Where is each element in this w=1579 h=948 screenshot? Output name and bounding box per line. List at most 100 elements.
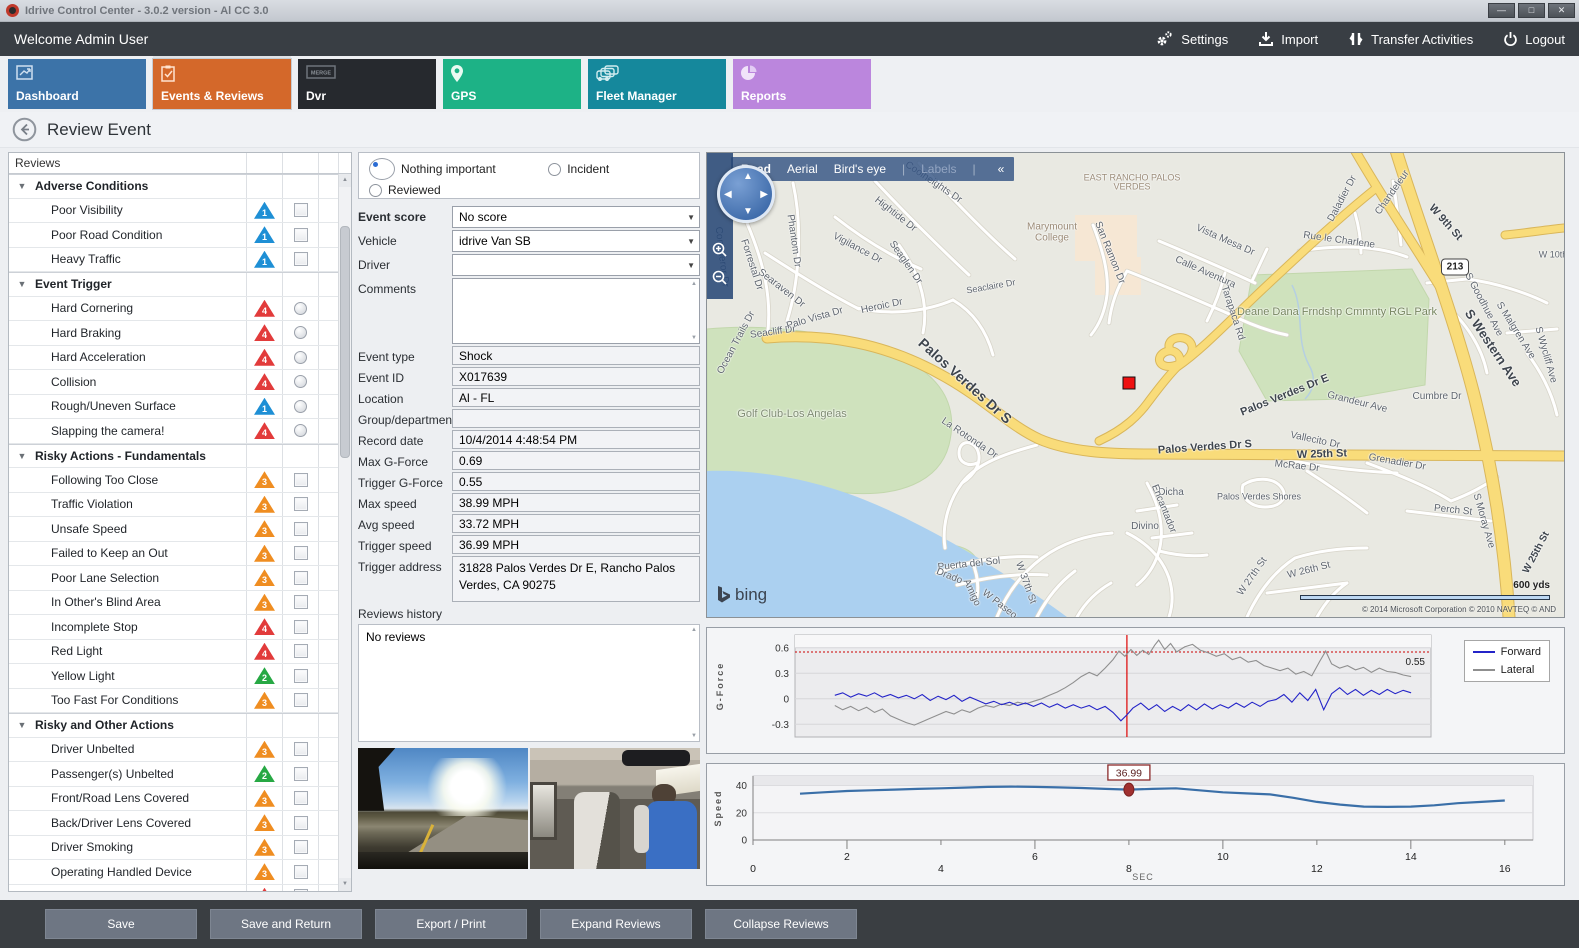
field-row-trigger-address: Trigger address31828 Palos Verdes Dr E, … [358,556,700,602]
checkbox-passenger-s-unbelted[interactable] [294,767,308,781]
radio-nothing-important[interactable]: Nothing important [369,158,548,180]
map-pan-control[interactable]: ▲ ▼ ◀ ▶ [717,165,775,223]
svg-text:G-Force: G-Force [715,662,725,711]
zoom-in-button[interactable] [711,241,729,259]
import-button[interactable]: Import [1258,31,1318,47]
map-label-divino: Divino [1131,522,1159,533]
collapse-arrow-icon[interactable]: ▼ [9,181,35,191]
map-view-labels[interactable]: Labels [921,162,956,176]
map-view-aerial[interactable]: Aerial [787,162,818,176]
field-row-trigger-speed: Trigger speed36.99 MPH [358,535,700,554]
radio-reviewed[interactable]: Reviewed [369,183,548,197]
pan-left-icon[interactable]: ◀ [724,189,732,200]
checkbox-traffic-violation[interactable] [294,497,308,511]
checkbox-red-light[interactable] [294,644,308,658]
checkbox-front-road-lens-covered[interactable] [294,791,308,805]
reviews-scrollbar[interactable]: ▲ ▼ [338,174,351,891]
radio-rough-uneven-surface[interactable] [294,400,307,413]
review-item-front-road-lens-covered: Front/Road Lens Covered3 [9,787,338,812]
pan-up-icon[interactable]: ▲ [743,171,753,182]
trigger-speed-value: 36.99 MPH [452,535,700,554]
pan-right-icon[interactable]: ▶ [760,189,768,200]
checkbox-driver-unbelted[interactable] [294,742,308,756]
radio-hard-braking[interactable] [294,326,307,339]
checkbox-in-other-s-blind-area[interactable] [294,595,308,609]
pan-down-icon[interactable]: ▼ [743,206,753,217]
collapse-arrow-icon[interactable]: ▼ [9,720,35,730]
checkbox-back-driver-lens-covered[interactable] [294,816,308,830]
close-button[interactable]: ✕ [1548,3,1575,18]
severity-3-triangle-icon: 3 [254,790,275,807]
page-title: Review Event [47,120,151,140]
scroll-down-icon[interactable]: ▼ [339,878,351,891]
group-department-value [452,409,700,428]
vehicle-dropdown[interactable]: idrive Van SB▼ [452,230,700,252]
comments-input[interactable]: ▲▼ [452,278,700,344]
zoom-out-button[interactable] [711,269,729,287]
settings-button[interactable]: Settings [1154,30,1228,48]
tab-fleet-manager[interactable]: Fleet Manager [588,59,726,109]
svg-text:2: 2 [844,851,850,863]
field-label-event-score: Event score [358,206,452,228]
radio-collision[interactable] [294,375,307,388]
field-label-comments: Comments [358,278,452,344]
event-score-dropdown[interactable]: No score▼ [452,206,700,228]
tab-dashboard[interactable]: Dashboard [8,59,146,109]
checkbox-poor-lane-selection[interactable] [294,571,308,585]
export-print-button[interactable]: Export / Print [375,909,527,939]
map-toolbar-collapse-button[interactable]: « [998,162,1005,176]
field-row-comments: Comments▲▼ [358,278,700,344]
checkbox-unsafe-speed[interactable] [294,522,308,536]
transfer-activities-button[interactable]: Transfer Activities [1348,31,1473,47]
radio-incident[interactable]: Incident [548,158,689,180]
collapse-arrow-icon[interactable]: ▼ [9,279,35,289]
review-item-passenger-s-unbelted: Passenger(s) Unbelted2 [9,762,338,787]
tab-reports[interactable]: Reports [733,59,871,109]
severity-1-triangle-icon: 1 [254,398,275,415]
field-label-max-g-force: Max G-Force [358,451,452,470]
rearview-mirror [622,750,690,766]
scroll-down-icon[interactable]: ▼ [691,335,697,341]
tab-dvr[interactable]: MERGEDvr [298,59,436,109]
collapse-arrow-icon[interactable]: ▼ [9,451,35,461]
severity-3-triangle-icon: 3 [254,520,275,537]
expand-reviews-button[interactable]: Expand Reviews [540,909,692,939]
driver-dropdown[interactable]: ▼ [452,254,700,276]
save-and-return-button[interactable]: Save and Return [210,909,362,939]
back-button[interactable] [12,117,37,142]
scroll-down-icon[interactable]: ▼ [691,733,697,739]
radio-slapping-the-camera[interactable] [294,424,307,437]
checkbox-tampering-abusing-equipment[interactable] [294,889,308,891]
maximize-button[interactable]: □ [1518,3,1545,18]
checkbox-following-too-close[interactable] [294,473,308,487]
checkbox-failed-to-keep-an-out[interactable] [294,546,308,560]
radio-hard-acceleration[interactable] [294,351,307,364]
scrollbar-thumb[interactable] [340,226,350,458]
scroll-up-icon[interactable]: ▲ [691,627,697,633]
tab-gps[interactable]: GPS [443,59,581,109]
checkbox-yellow-light[interactable] [294,669,308,683]
event-location-marker[interactable] [1123,377,1136,390]
checkbox-operating-handled-device[interactable] [294,865,308,879]
scroll-up-icon[interactable]: ▲ [691,281,697,287]
checkbox-heavy-traffic[interactable] [294,252,308,266]
map-panel[interactable]: EAST RANCHO PALOSVERDESMarymountCollegeG… [706,152,1565,618]
save-button[interactable]: Save [45,909,197,939]
logout-button[interactable]: Logout [1503,31,1565,47]
map-view-bird-s-eye[interactable]: Bird's eye [834,162,886,176]
svg-text:4: 4 [938,863,944,875]
checkbox-poor-road-condition[interactable] [294,228,308,242]
side-window [530,782,557,840]
camera-road-view[interactable] [358,748,528,869]
collapse-reviews-button[interactable]: Collapse Reviews [705,909,857,939]
radio-hard-cornering[interactable] [294,302,307,315]
tab-events-reviews[interactable]: Events & Reviews [153,59,291,109]
minimize-button[interactable]: — [1488,3,1515,18]
window-title: Idrive Control Center - 3.0.2 version - … [25,5,1488,17]
checkbox-incomplete-stop[interactable] [294,620,308,634]
scroll-up-icon[interactable]: ▲ [339,174,351,187]
camera-cabin-view[interactable] [530,748,700,869]
checkbox-poor-visibility[interactable] [294,203,308,217]
checkbox-too-fast-for-conditions[interactable] [294,693,308,707]
checkbox-driver-smoking[interactable] [294,840,308,854]
